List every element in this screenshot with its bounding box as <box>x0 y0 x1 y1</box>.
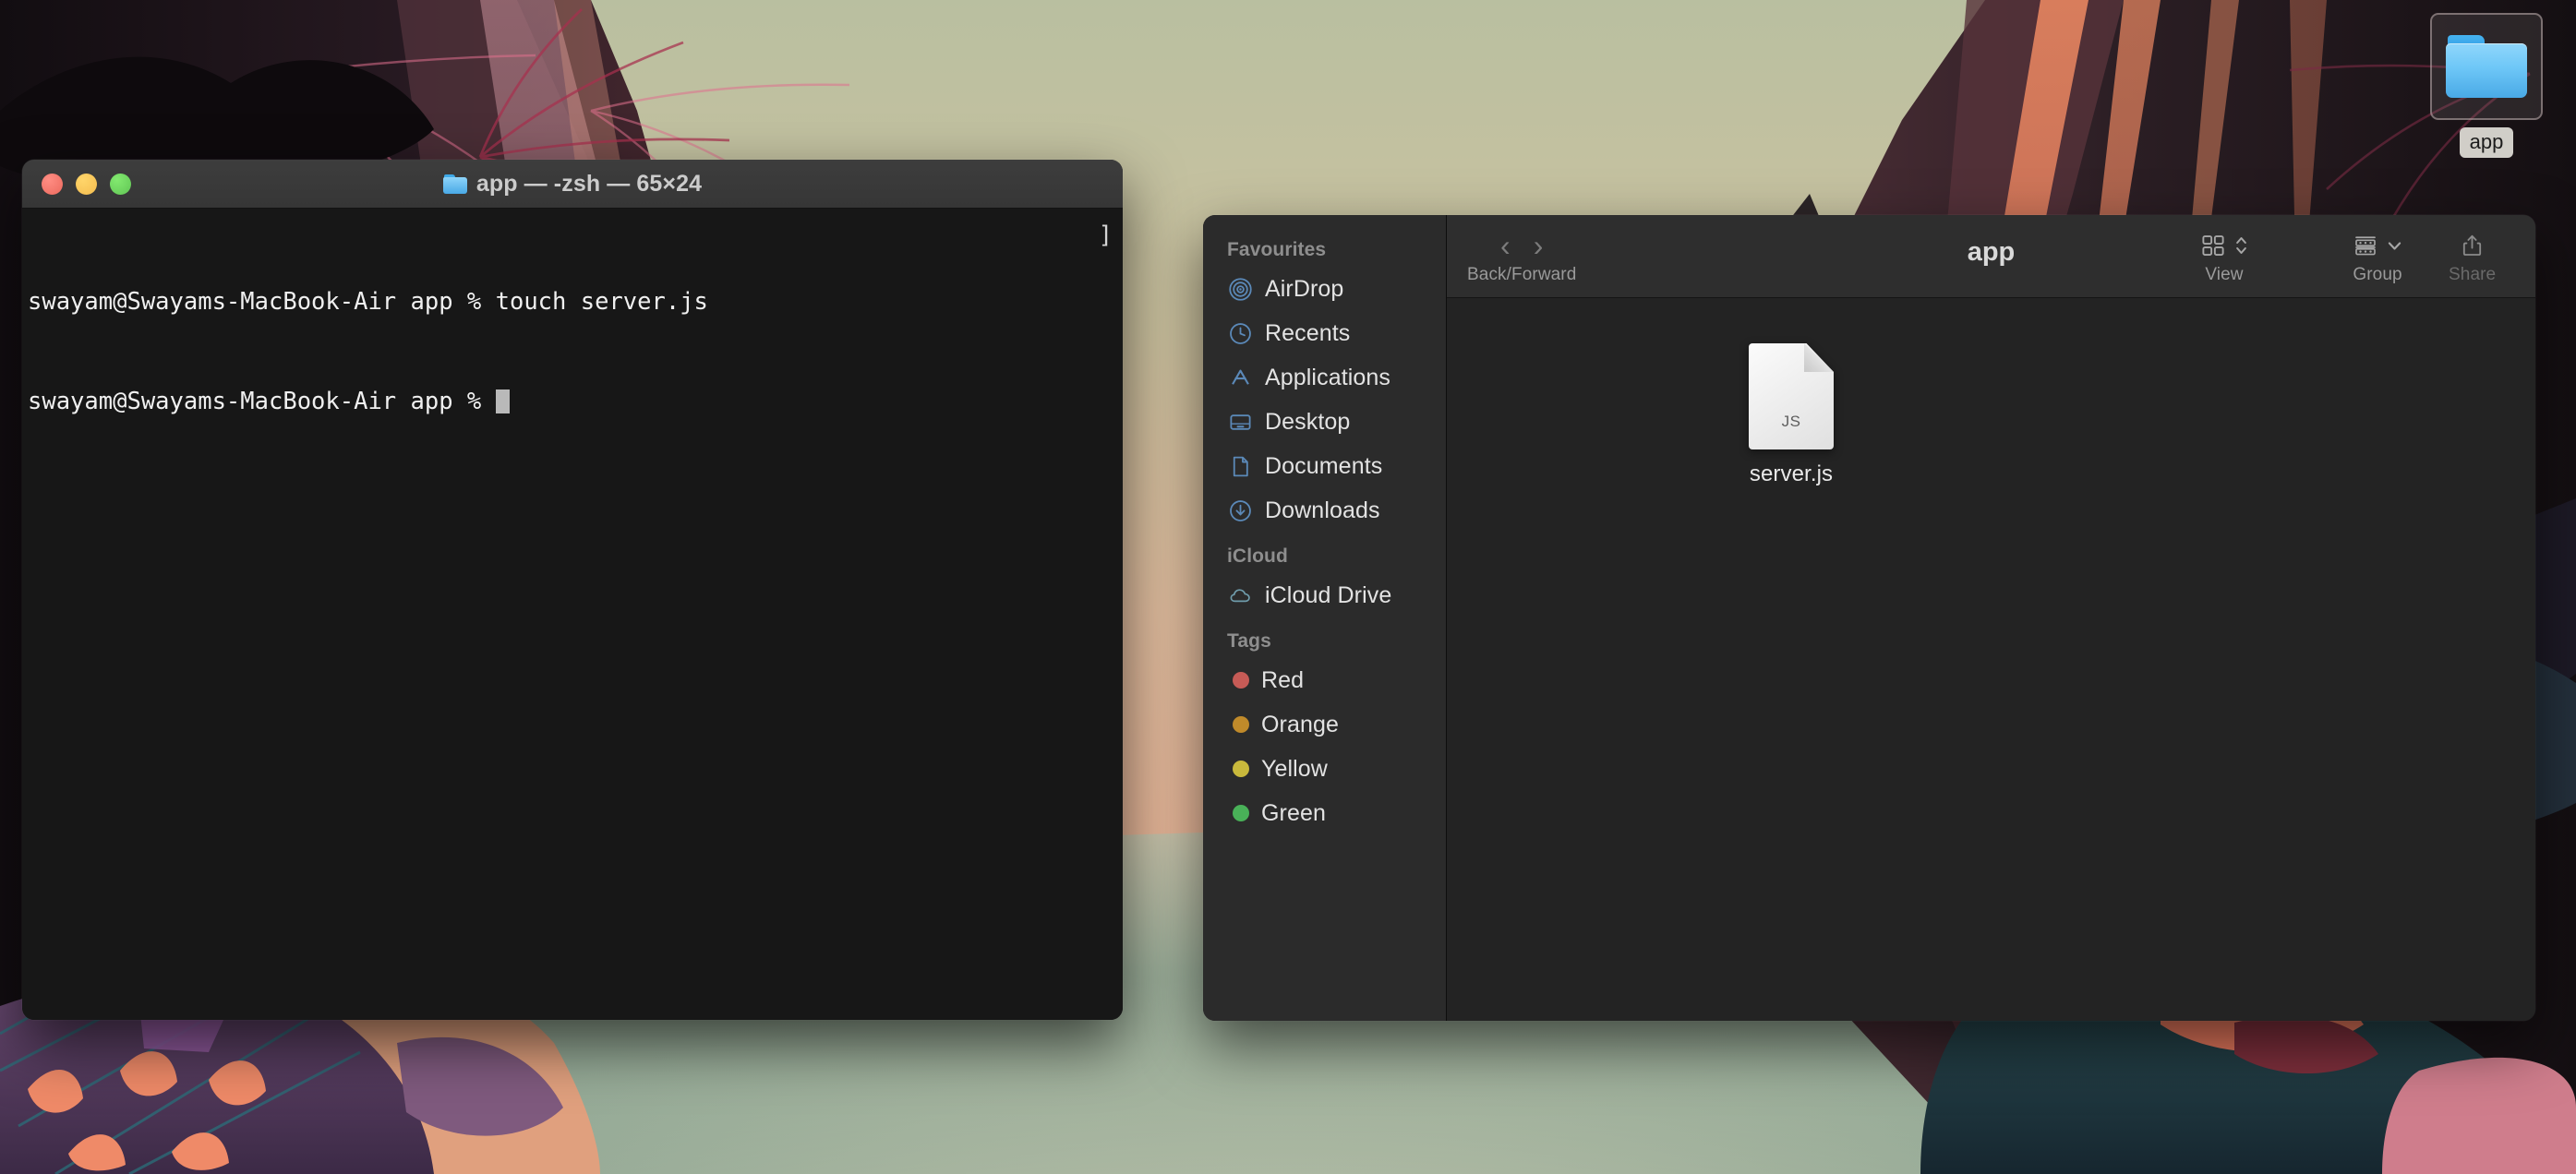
sidebar-item-tag-orange[interactable]: Orange <box>1203 702 1446 747</box>
view-button[interactable]: View <box>2199 228 2249 285</box>
sidebar-item-recents[interactable]: Recents <box>1203 311 1446 355</box>
grid-view-icon[interactable] <box>2199 232 2227 259</box>
group-button[interactable]: Group <box>2352 228 2403 285</box>
sidebar-item-tag-red[interactable]: Red <box>1203 658 1446 702</box>
terminal-prompt: swayam@Swayams-MacBook-Air app % <box>28 388 496 415</box>
js-document-icon: JS <box>1749 343 1834 449</box>
terminal-line: swayam@Swayams-MacBook-Air app % <box>26 385 1123 418</box>
sidebar-item-label: iCloud Drive <box>1265 581 1392 608</box>
cloud-icon <box>1230 588 1250 602</box>
sidebar-item-tag-green[interactable]: Green <box>1203 791 1446 835</box>
sidebar-item-label: Documents <box>1265 452 1383 479</box>
group-list-icon[interactable] <box>2352 232 2379 259</box>
terminal-wrap-marker: ] <box>1098 222 1113 249</box>
terminal-title: app — -zsh — 65×24 <box>22 171 1123 198</box>
download-icon <box>1230 499 1251 521</box>
folder-icon <box>2446 35 2527 98</box>
sidebar-section-tags: Tags <box>1227 630 1271 652</box>
terminal-title-text: app — -zsh — 65×24 <box>475 170 703 197</box>
applications-icon <box>1232 369 1249 385</box>
finder-content-area[interactable]: JS server.js <box>1447 298 2535 1021</box>
chevron-right-icon[interactable]: › <box>1525 231 1552 260</box>
group-caption: Group <box>2353 265 2402 284</box>
desktop-icon-selection <box>2430 13 2543 120</box>
sidebar-item-label: Yellow <box>1261 755 1328 782</box>
file-item-server-js[interactable]: JS server.js <box>1717 343 1865 487</box>
terminal-screen[interactable]: swayam@Swayams-MacBook-Air app % touch s… <box>22 209 1123 1020</box>
finder-sidebar[interactable]: Favourites AirDrop Recents Applications <box>1203 215 1447 1021</box>
finder-toolbar[interactable]: ‹ › Back/Forward app View Group Share <box>1447 215 2535 298</box>
sidebar-item-label: Desktop <box>1265 408 1351 435</box>
tag-dot-yellow-icon <box>1233 761 1249 777</box>
nav-caption: Back/Forward <box>1467 265 1577 284</box>
terminal-line: swayam@Swayams-MacBook-Air app % touch s… <box>28 288 708 316</box>
sidebar-item-documents[interactable]: Documents <box>1203 444 1446 488</box>
sidebar-item-label: Downloads <box>1265 497 1380 523</box>
view-caption: View <box>2205 265 2244 284</box>
terminal-titlebar[interactable]: app — -zsh — 65×24 <box>22 160 1123 209</box>
clock-icon <box>1230 322 1251 344</box>
finder-window[interactable]: Favourites AirDrop Recents Applications <box>1203 215 2535 1021</box>
share-button[interactable]: Share <box>2449 228 2496 285</box>
sidebar-item-label: Green <box>1261 799 1326 826</box>
chevron-left-icon[interactable]: ‹ <box>1492 231 1519 260</box>
terminal-cursor <box>495 389 510 413</box>
chevron-up-down-icon[interactable] <box>2233 232 2249 259</box>
sidebar-item-applications[interactable]: Applications <box>1203 355 1446 400</box>
share-caption: Share <box>2449 265 2497 284</box>
sidebar-item-label: AirDrop <box>1265 275 1344 302</box>
sidebar-item-label: Applications <box>1265 364 1391 390</box>
terminal-window[interactable]: app — -zsh — 65×24 swayam@Swayams-MacBoo… <box>22 160 1123 1020</box>
sidebar-item-label: Orange <box>1261 711 1339 737</box>
sidebar-item-desktop[interactable]: Desktop <box>1203 400 1446 444</box>
sidebar-item-airdrop[interactable]: AirDrop <box>1203 267 1446 311</box>
file-name-label: server.js <box>1749 461 1834 486</box>
file-extension-label: JS <box>1781 413 1801 430</box>
folder-icon <box>442 174 467 194</box>
tag-dot-orange-icon <box>1233 716 1249 733</box>
desktop-icon-app[interactable]: app <box>2424 13 2549 170</box>
desktop-icon-label: app <box>2459 127 2514 158</box>
tag-dot-green-icon <box>1233 805 1249 821</box>
sidebar-section-favourites: Favourites <box>1227 239 1327 260</box>
sidebar-item-tag-yellow[interactable]: Yellow <box>1203 747 1446 791</box>
nav-buttons[interactable]: ‹ › Back/Forward <box>1467 228 1576 285</box>
desktop-icon <box>1230 413 1251 430</box>
airdrop-icon <box>1229 277 1252 301</box>
sidebar-item-icloud-drive[interactable]: iCloud Drive <box>1203 573 1446 617</box>
tag-dot-red-icon <box>1233 672 1249 689</box>
document-icon <box>1233 456 1248 476</box>
sidebar-item-label: Red <box>1261 666 1305 693</box>
sidebar-item-downloads[interactable]: Downloads <box>1203 488 1446 533</box>
chevron-down-icon[interactable] <box>2386 232 2403 259</box>
sidebar-section-icloud: iCloud <box>1227 545 1288 567</box>
sidebar-item-label: Recents <box>1265 319 1351 346</box>
share-icon[interactable] <box>2459 232 2486 259</box>
